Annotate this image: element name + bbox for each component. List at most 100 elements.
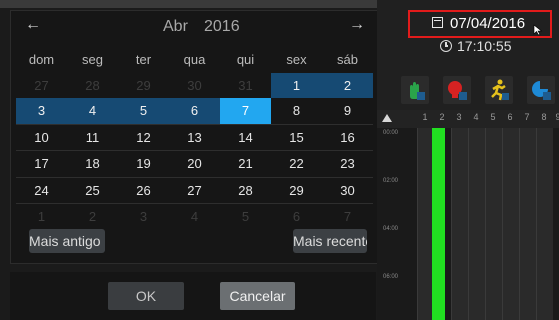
dialog-footer: OK Cancelar [10, 272, 376, 320]
channel-number: 9 [555, 112, 559, 122]
date-value: 07/04/2016 [450, 15, 526, 32]
day-cell[interactable]: 3 [118, 204, 169, 230]
day-cell[interactable]: 3 [16, 98, 67, 124]
timeline[interactable]: 1 2 3 4 5 6 7 8 9 00:00 02:00 04:00 06:0… [377, 110, 559, 320]
day-cell[interactable]: 23 [322, 151, 373, 177]
calendar-header: ← Abr 2016 → [11, 11, 377, 41]
weekday-fri: sex [286, 52, 307, 67]
day-cell[interactable]: 1 [16, 204, 67, 230]
week-row: 27 28 29 30 31 1 2 [16, 72, 373, 99]
channel-number: 6 [507, 112, 513, 122]
day-cell[interactable]: 29 [271, 178, 322, 204]
day-cell[interactable]: 24 [16, 178, 67, 204]
day-cell[interactable]: 6 [169, 98, 220, 124]
pie-icon[interactable] [527, 76, 555, 104]
mouse-cursor-icon [533, 24, 543, 36]
channel-number: 4 [473, 112, 479, 122]
week-row: 10 11 12 13 14 15 16 [16, 123, 373, 151]
channel-track[interactable] [502, 128, 519, 320]
day-cell[interactable]: 15 [271, 125, 322, 151]
day-cell[interactable]: 4 [67, 98, 118, 124]
day-cell[interactable]: 1 [271, 72, 322, 98]
runner-icon[interactable] [485, 76, 513, 104]
channel-track[interactable] [485, 128, 502, 320]
day-cell[interactable]: 27 [169, 178, 220, 204]
channel-track[interactable] [519, 128, 536, 320]
time-tick: 04:00 [383, 226, 399, 232]
time-tick: 02:00 [383, 178, 399, 184]
calendar-grid: dom seg ter qua qui sex sáb 27 28 29 30 … [16, 47, 373, 230]
day-cell[interactable]: 5 [118, 98, 169, 124]
day-cell[interactable]: 14 [220, 125, 271, 151]
month-label: Abr [163, 18, 188, 35]
day-cell[interactable]: 21 [220, 151, 271, 177]
time-tick: 00:00 [383, 130, 399, 136]
day-cell[interactable]: 6 [271, 204, 322, 230]
newer-button[interactable]: Mais recente [293, 229, 367, 253]
clock-icon [440, 40, 452, 52]
day-cell[interactable]: 30 [322, 178, 373, 204]
time-tick: 06:00 [383, 274, 399, 280]
cancel-button[interactable]: Cancelar [220, 282, 295, 310]
day-cell[interactable]: 13 [169, 125, 220, 151]
day-cell[interactable]: 9 [322, 98, 373, 124]
weekday-row: dom seg ter qua qui sex sáb [16, 47, 373, 73]
scroll-up-icon[interactable] [382, 114, 392, 122]
channel-number: 8 [541, 112, 547, 122]
tool-row [377, 70, 559, 110]
day-cell[interactable]: 11 [67, 125, 118, 151]
weekday-thu: qui [236, 52, 255, 67]
day-cell[interactable]: 22 [271, 151, 322, 177]
recording-bar[interactable] [432, 128, 445, 320]
weekday-tue: ter [135, 52, 152, 67]
date-selector[interactable]: 07/04/2016 [408, 10, 552, 38]
day-cell[interactable]: 17 [16, 151, 67, 177]
weekday-mon: seg [82, 52, 103, 67]
channel-header: 1 2 3 4 5 6 7 8 9 [377, 110, 559, 128]
day-cell[interactable]: 5 [220, 204, 271, 230]
week-row: 24 25 26 27 28 29 30 [16, 176, 373, 204]
day-cell[interactable]: 4 [169, 204, 220, 230]
week-row: 1 2 3 4 5 6 7 [16, 203, 373, 230]
day-cell[interactable]: 30 [169, 73, 220, 99]
day-cell[interactable]: 27 [16, 73, 67, 99]
channel-track[interactable] [536, 128, 553, 320]
left-arrow-icon[interactable]: ← [23, 17, 43, 33]
time-value: 17:10:55 [457, 38, 512, 54]
day-cell[interactable]: 26 [118, 178, 169, 204]
day-cell[interactable]: 18 [67, 151, 118, 177]
day-cell[interactable]: 29 [118, 73, 169, 99]
weekday-sun: dom [28, 52, 55, 67]
older-button[interactable]: Mais antigo [29, 229, 105, 253]
day-cell[interactable]: 12 [118, 125, 169, 151]
day-cell[interactable]: 2 [67, 204, 118, 230]
day-cell[interactable]: 7 [322, 204, 373, 230]
week-row: 17 18 19 20 21 22 23 [16, 150, 373, 177]
day-cell[interactable]: 8 [271, 98, 322, 124]
ok-button[interactable]: OK [108, 282, 184, 310]
day-cell-selected[interactable]: 7 [220, 98, 271, 124]
channel-number: 7 [524, 112, 530, 122]
weekday-sat: sáb [337, 52, 358, 67]
channel-track[interactable] [468, 128, 485, 320]
weekday-wed: qua [183, 52, 206, 67]
day-cell[interactable]: 16 [322, 125, 373, 151]
hand-icon[interactable] [401, 76, 429, 104]
day-cell[interactable]: 2 [322, 72, 373, 98]
day-cell[interactable]: 10 [16, 125, 67, 151]
channel-number: 2 [439, 112, 445, 122]
channel-track[interactable] [451, 128, 468, 320]
head-icon[interactable] [443, 76, 471, 104]
channel-number: 5 [490, 112, 496, 122]
calendar-popup: ← Abr 2016 → dom seg ter qua qui sex sáb… [10, 10, 378, 264]
day-cell[interactable]: 25 [67, 178, 118, 204]
day-cell[interactable]: 28 [220, 178, 271, 204]
day-cell[interactable]: 20 [169, 151, 220, 177]
year-label: 2016 [204, 18, 240, 35]
right-arrow-icon[interactable]: → [347, 17, 367, 33]
day-cell[interactable]: 28 [67, 73, 118, 99]
channel-number: 3 [456, 112, 462, 122]
day-cell[interactable]: 19 [118, 151, 169, 177]
day-cell[interactable]: 31 [220, 73, 271, 99]
week-row: 3 4 5 6 7 8 9 [16, 98, 373, 124]
